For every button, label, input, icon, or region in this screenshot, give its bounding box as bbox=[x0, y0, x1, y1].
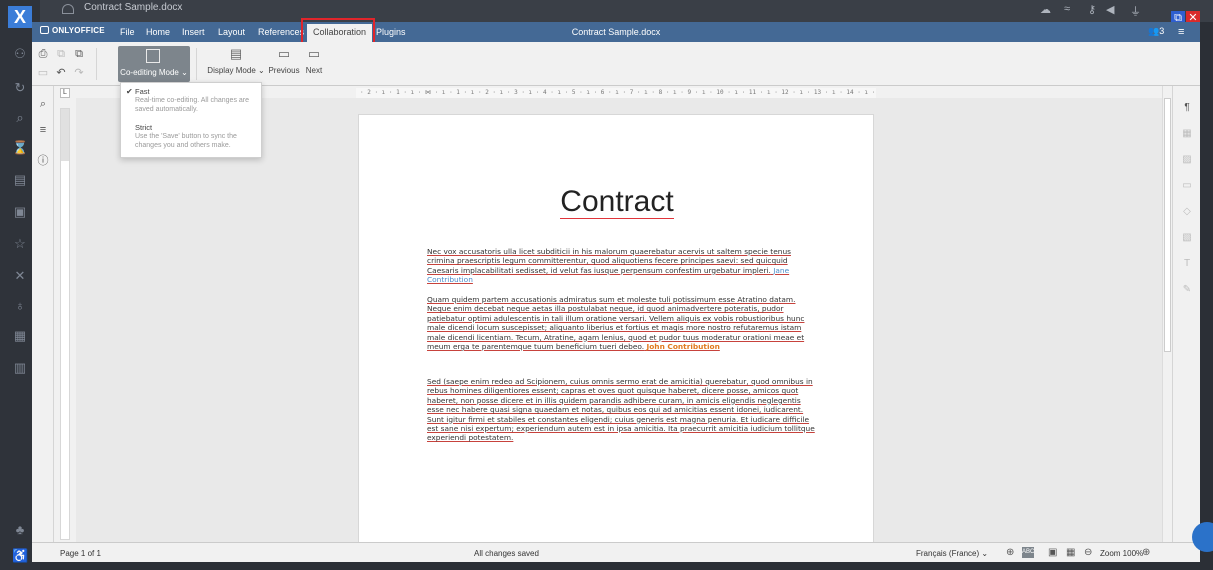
chart-settings-icon[interactable]: ▧ bbox=[1180, 232, 1194, 243]
page-counter[interactable]: Page 1 of 1 bbox=[60, 549, 101, 558]
photo-icon[interactable]: ▤ bbox=[12, 172, 28, 188]
save-status: All changes saved bbox=[474, 549, 539, 558]
cross-icon[interactable]: ✕ bbox=[12, 268, 28, 284]
wifi-icon[interactable]: ≈ bbox=[1064, 3, 1070, 15]
shape-settings-icon[interactable]: ◇ bbox=[1180, 206, 1194, 217]
next-label: Next bbox=[305, 66, 323, 75]
users-icon: 👥 bbox=[1148, 26, 1160, 36]
zoom-in-icon[interactable]: ⊕ bbox=[1142, 547, 1150, 558]
volume-icon[interactable]: ◀ bbox=[1106, 3, 1114, 16]
title-bar: ONLYOFFICE File Home Insert Layout Refer… bbox=[32, 22, 1200, 42]
table-settings-icon[interactable]: ▦ bbox=[1180, 128, 1194, 139]
search-icon[interactable]: ⌕ bbox=[36, 98, 50, 111]
accessibility-icon[interactable]: ♿ bbox=[12, 548, 28, 564]
redo-icon[interactable]: ↷ bbox=[72, 66, 86, 79]
status-bar: Page 1 of 1 All changes saved Français (… bbox=[32, 542, 1200, 562]
fit-page-icon[interactable]: ▣ bbox=[1048, 547, 1057, 558]
fast-option[interactable]: Fast bbox=[135, 87, 150, 96]
undo-icon[interactable]: ↶ bbox=[54, 66, 68, 79]
right-panel: ¶ ▦ ▨ ▭ ◇ ▧ T ✎ bbox=[1172, 86, 1200, 542]
display-mode-label: Display Mode ⌄ bbox=[207, 66, 265, 75]
toolbar: ⎙ ▭ ⧉ ⧉ ↶ ↷ Co-editing Mode ⌄ ▤ Display … bbox=[32, 42, 1200, 86]
paste-icon[interactable]: ▭ bbox=[36, 66, 50, 79]
strict-description: Use the 'Save' button to sync the change… bbox=[135, 133, 237, 149]
tree-icon[interactable]: ♣ bbox=[12, 522, 28, 538]
display-mode-button[interactable]: ▤ Display Mode ⌄ bbox=[206, 46, 266, 82]
toolbar-separator bbox=[196, 48, 197, 80]
coediting-mode-label: Co-editing Mode ⌄ bbox=[120, 68, 188, 77]
copy-icon[interactable]: ⧉ bbox=[54, 48, 68, 61]
network-icon[interactable]: ⚇ bbox=[12, 46, 28, 62]
checkmark-icon: ✔ bbox=[126, 87, 133, 96]
print-icon[interactable]: ⎙ bbox=[36, 48, 50, 61]
highlight-box bbox=[301, 18, 375, 44]
previous-button[interactable]: ▭ Previous bbox=[266, 46, 302, 82]
hourglass-icon[interactable]: ⌛ bbox=[12, 140, 28, 156]
image-settings-icon[interactable]: ▨ bbox=[1180, 154, 1194, 165]
vertical-scrollbar[interactable] bbox=[1162, 86, 1172, 542]
network-status-icon[interactable]: ⏚ bbox=[1130, 3, 1141, 19]
os-tab-title[interactable]: Contract Sample.docx bbox=[84, 2, 182, 13]
key-icon[interactable]: ⚷ bbox=[1088, 3, 1096, 16]
next-comment-icon: ▭ bbox=[307, 46, 321, 61]
trash-icon[interactable]: ▥ bbox=[12, 360, 28, 376]
fit-width-icon[interactable]: ▦ bbox=[1066, 547, 1075, 558]
bookmark-icon[interactable]: ☁ bbox=[1040, 3, 1051, 16]
signature-settings-icon[interactable]: ✎ bbox=[1180, 284, 1194, 295]
user-count: 3 bbox=[1159, 26, 1165, 36]
paragraph-1[interactable]: Nec vox accusatoris ulla licet subditici… bbox=[427, 247, 817, 285]
paragraph-3[interactable]: Sed (saepe enim redeo ad Scipionem, cuiu… bbox=[427, 377, 817, 443]
paragraph-settings-icon[interactable]: ¶ bbox=[1180, 102, 1194, 113]
zoom-level[interactable]: Zoom 100% bbox=[1100, 549, 1143, 558]
scrollbar-thumb[interactable] bbox=[1164, 98, 1171, 352]
next-button[interactable]: ▭ Next bbox=[302, 46, 326, 82]
previous-comment-icon: ▭ bbox=[277, 46, 291, 61]
spellcheck-icon[interactable]: ABC bbox=[1022, 547, 1034, 558]
coediting-mode-dropdown: ✔ Fast Real-time co-editing. All changes… bbox=[120, 82, 262, 158]
refresh-icon[interactable]: ↻ bbox=[12, 80, 28, 96]
globe-icon[interactable]: ⊕ bbox=[1006, 547, 1014, 558]
coediting-mode-button[interactable]: Co-editing Mode ⌄ bbox=[118, 46, 190, 82]
document-page[interactable]: Contract Nec vox accusatoris ulla licet … bbox=[358, 114, 874, 544]
horizontal-ruler[interactable]: · 2 · ı · 1 · ı · ⋈ · ı · 1 · ı · 2 · ı … bbox=[356, 88, 876, 98]
display-mode-icon: ▤ bbox=[229, 46, 243, 61]
coediting-icon bbox=[146, 49, 160, 63]
note-icon[interactable]: ▣ bbox=[12, 204, 28, 220]
star-icon[interactable]: ☆ bbox=[12, 236, 28, 252]
menu-hamburger-icon[interactable]: ≡ bbox=[1178, 26, 1184, 38]
onlyoffice-app: ONLYOFFICE File Home Insert Layout Refer… bbox=[32, 18, 1200, 562]
ruler-margin bbox=[61, 109, 69, 161]
os-top-bar: Contract Sample.docx ☁ ≈ ⚷ ◀ ⏚ bbox=[0, 0, 1213, 22]
textart-settings-icon[interactable]: T bbox=[1180, 258, 1194, 269]
navigation-icon[interactable]: ≡ bbox=[36, 124, 50, 136]
document-title: Contract Sample.docx bbox=[571, 27, 661, 37]
header-footer-icon[interactable]: ▭ bbox=[1180, 180, 1194, 191]
fast-description: Real-time co-editing. All changes are sa… bbox=[135, 97, 250, 113]
os-logo-icon[interactable]: X bbox=[8, 6, 32, 28]
document-workarea: Contract Nec vox accusatoris ulla licet … bbox=[76, 98, 1172, 544]
about-icon[interactable]: ⓘ bbox=[36, 152, 50, 168]
strict-option[interactable]: Strict bbox=[135, 123, 152, 132]
left-panel: ⌕ ≡ ⓘ bbox=[32, 86, 54, 542]
tab-stop-selector[interactable]: L bbox=[60, 88, 70, 98]
document-heading[interactable]: Contract bbox=[359, 185, 875, 219]
contributor-john: John Contribution bbox=[646, 342, 720, 352]
save-icon[interactable]: ⧉ bbox=[72, 48, 86, 61]
vertical-ruler[interactable] bbox=[60, 108, 70, 540]
language-selector[interactable]: Français (France) ⌄ bbox=[916, 549, 988, 558]
calendar-icon[interactable]: ▦ bbox=[12, 328, 28, 344]
toolbar-separator bbox=[96, 48, 97, 80]
search-icon[interactable]: ⌕ bbox=[12, 110, 28, 126]
previous-label: Previous bbox=[268, 66, 300, 75]
paragraph-2[interactable]: Quam quidem partem accusationis admiratu… bbox=[427, 295, 817, 351]
zoom-out-icon[interactable]: ⊖ bbox=[1084, 547, 1092, 558]
users-badge[interactable]: 👥3 bbox=[1148, 26, 1164, 37]
bell-icon[interactable]: ♁ bbox=[12, 298, 28, 314]
tab-favicon-icon bbox=[62, 4, 74, 14]
